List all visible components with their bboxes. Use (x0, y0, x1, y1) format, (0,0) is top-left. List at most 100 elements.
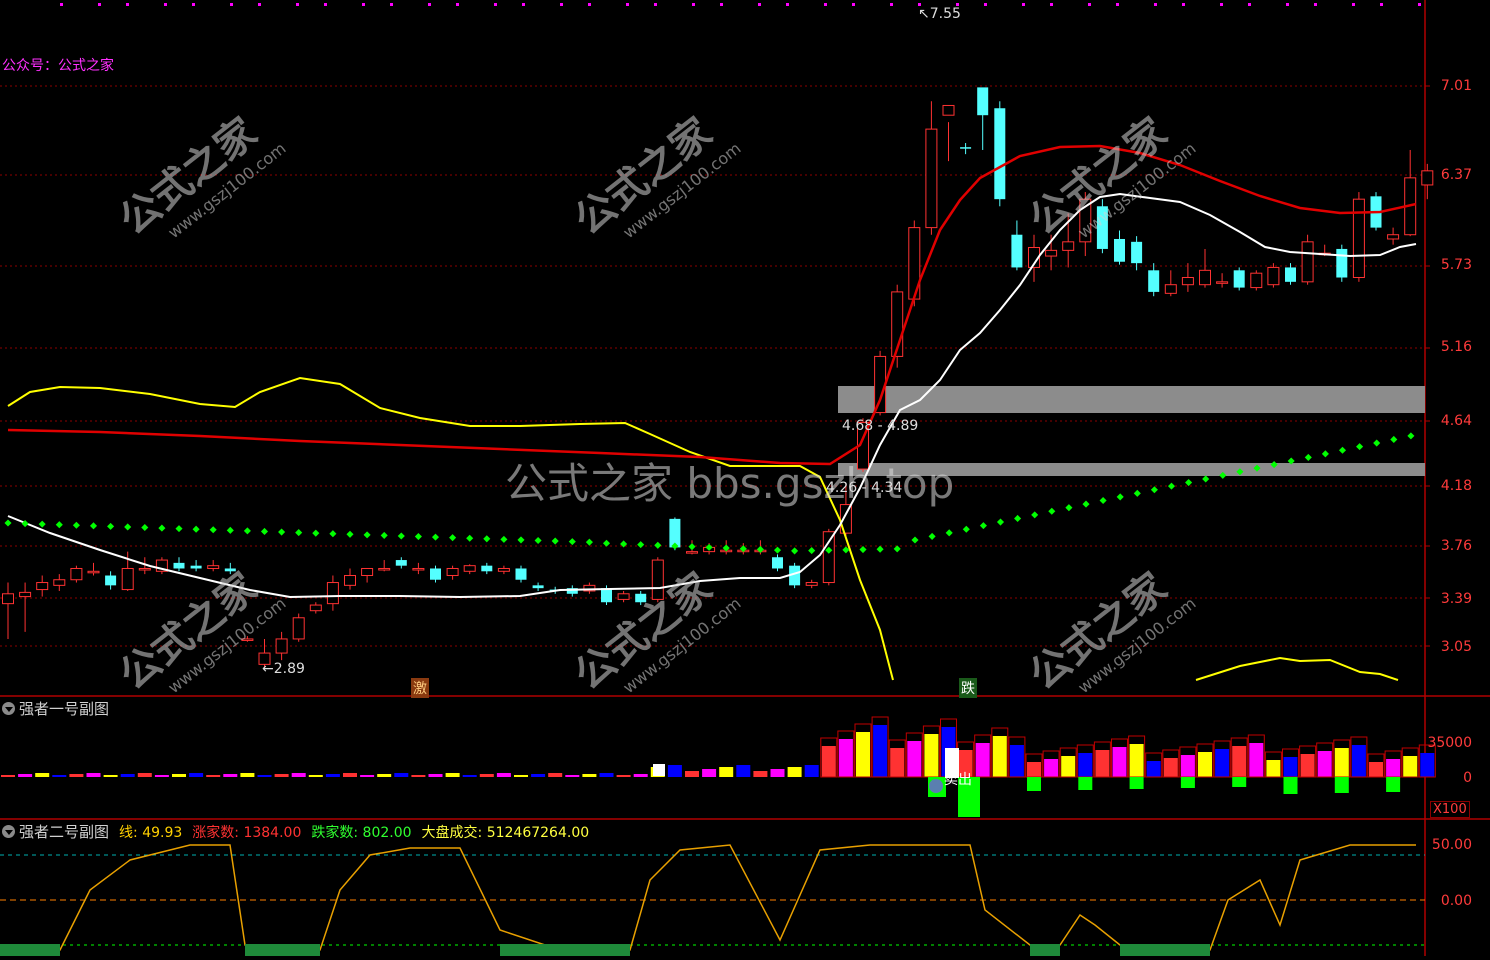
sub1-bar (1283, 757, 1298, 777)
green-dot (1099, 496, 1107, 505)
candle-body (1114, 238, 1125, 262)
green-dot (773, 546, 782, 554)
candle-body (1181, 277, 1194, 286)
price-tick: 3.39 (1440, 591, 1472, 607)
green-dot (431, 533, 440, 541)
green-dot (243, 527, 251, 535)
candle-body (515, 568, 527, 580)
green-dot (1116, 493, 1124, 501)
price-tick: 3.76 (1440, 538, 1472, 554)
sub1-bar (702, 769, 717, 777)
multiplier-label[interactable]: X100 (1430, 801, 1470, 818)
green-dot (449, 534, 457, 542)
green-dot (517, 536, 525, 544)
candle-body (70, 567, 83, 581)
sub1-bar (653, 764, 665, 776)
candle-body (1352, 198, 1365, 279)
collapse-icon[interactable] (2, 702, 15, 715)
candle-body (497, 567, 510, 572)
price-tick: 3.05 (1440, 639, 1472, 655)
sub1-bar (838, 739, 853, 777)
sub2-title-text: 强者二号副图 (19, 823, 110, 841)
green-dot (602, 539, 611, 547)
sub1-bar (1044, 759, 1059, 777)
candle-body (53, 579, 66, 586)
green-dot (209, 526, 217, 534)
sub1-bar (1317, 751, 1332, 777)
sell-label: 卖出 (944, 772, 972, 788)
sub2-green-band (0, 944, 60, 956)
green-dot (654, 541, 662, 549)
green-dot (1133, 489, 1141, 497)
green-dot (1202, 475, 1210, 483)
sub1-bar (343, 773, 357, 777)
top-marker (362, 3, 365, 6)
top-marker (390, 3, 393, 6)
green-dot (483, 535, 491, 543)
green-dot (876, 545, 884, 553)
candle-body (378, 567, 391, 571)
sub1-tick: 0 (1463, 770, 1472, 786)
sub2-tick: 0.00 (1440, 893, 1472, 909)
top-marker (1154, 3, 1157, 6)
sub1-bar (531, 774, 546, 777)
green-dot (89, 522, 98, 530)
sub1-bar (1386, 759, 1401, 777)
sub1-neg-bar (1283, 777, 1298, 794)
sub1-bar (719, 767, 734, 777)
green-dot (414, 533, 422, 541)
sub1-title[interactable]: 强者一号副图 (2, 698, 109, 719)
candle-body (772, 557, 783, 569)
sub1-bar (462, 775, 477, 777)
sub1-bar (992, 736, 1007, 777)
sub1-bar (1129, 744, 1144, 777)
sub1-neg-bar (1180, 777, 1195, 788)
candle-body (1011, 234, 1023, 268)
sub1-bar (428, 774, 443, 777)
candle-body (275, 638, 288, 654)
green-dot (1356, 443, 1364, 451)
sub1-bar (1249, 743, 1264, 777)
collapse-icon[interactable] (2, 825, 15, 838)
candle-body (1062, 241, 1075, 251)
market-legend: 大盘成交: 512467264.00 (421, 824, 590, 841)
top-marker (984, 3, 987, 6)
sub1-bar (394, 773, 409, 777)
sub1-bar (753, 771, 768, 777)
candle-body (481, 565, 493, 572)
top-marker (98, 3, 101, 6)
low-price-label: ←2.89 (262, 661, 305, 677)
top-marker (626, 3, 629, 6)
green-dot (1407, 432, 1415, 440)
candle-body (1148, 270, 1160, 292)
public-account-label: 公众号：公式之家 (2, 58, 114, 74)
sub1-bar (223, 774, 238, 777)
chart-stage[interactable]: 公众号：公式之家 7.01 6.37 5.73 5.16 4.64 4.18 3… (0, 0, 1490, 957)
sub1-bar (804, 765, 819, 777)
yellow-line (7, 376, 894, 681)
green-dot (1167, 482, 1176, 490)
top-marker (60, 3, 63, 6)
green-dot (551, 537, 559, 545)
sub2-tick: 50.00 (1431, 837, 1472, 853)
sub1-bar (1334, 748, 1349, 777)
green-dot (1338, 446, 1347, 454)
candle-body (925, 128, 938, 229)
green-dot (637, 541, 645, 549)
candle-body (446, 567, 459, 577)
sub2-title[interactable]: 强者二号副图 线: 49.93 涨家数: 1384.00 跌家数: 802.00… (2, 821, 589, 842)
green-dot (1031, 511, 1039, 519)
candle-body (105, 575, 117, 586)
green-dot (928, 532, 936, 540)
top-marker (522, 3, 525, 6)
top-marker (824, 3, 827, 6)
chart-svg[interactable] (0, 0, 1490, 957)
green-dot (260, 527, 269, 536)
sub1-bar (787, 767, 802, 777)
green-dot (329, 530, 337, 538)
candle-body (2, 593, 14, 605)
top-marker (758, 3, 761, 6)
green-dot (380, 531, 388, 539)
top-marker (494, 3, 497, 6)
sub1-bar (479, 774, 494, 777)
